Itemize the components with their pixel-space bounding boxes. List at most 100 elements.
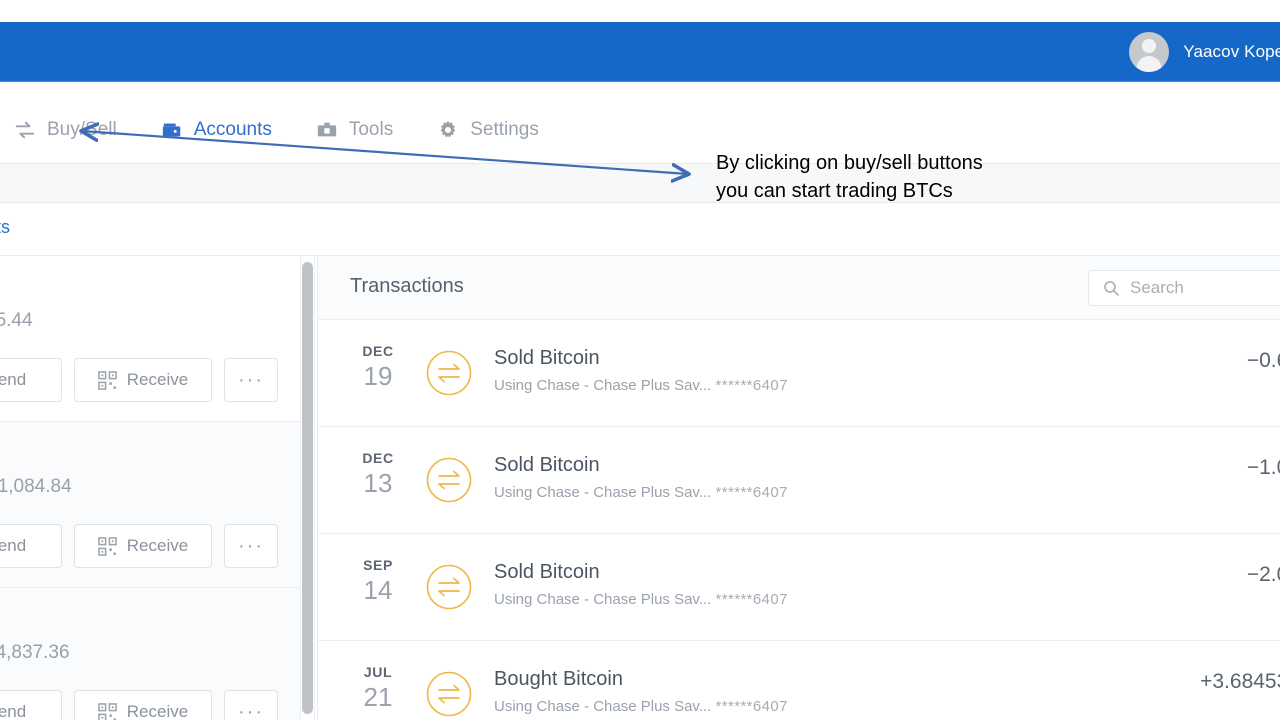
wallet-balance: BTC ≈ $5.44: [0, 310, 33, 332]
nav-item-buy-sell[interactable]: Buy/Sell: [14, 107, 139, 153]
transaction-date: DEC 19: [349, 343, 407, 392]
nav-item-settings[interactable]: Settings: [437, 107, 561, 153]
sidebar-scrollbar-thumb[interactable]: [302, 262, 313, 714]
transaction-month: DEC: [362, 450, 394, 466]
more-options-button[interactable]: ···: [224, 524, 278, 568]
user-account-menu[interactable]: Yaacov Kopeli: [1129, 22, 1280, 82]
transaction-day: 14: [363, 575, 393, 605]
transaction-amounts: +3.68453678 BT +$10,149.: [1200, 670, 1280, 720]
transaction-month: SEP: [363, 557, 393, 573]
transaction-amounts: −2.0000 BT −$7,157.: [1247, 563, 1280, 614]
transactions-title: Transactions: [350, 275, 464, 297]
annotation-text: By clicking on buy/sell buttons you can …: [716, 149, 983, 205]
transaction-account: ******6407: [715, 377, 788, 394]
nav-item-tools[interactable]: Tools: [316, 107, 415, 153]
transaction-amount-crypto: −0.6840 BT: [1246, 349, 1280, 372]
transaction-title: Sold Bitcoin: [494, 454, 600, 476]
receive-label: Receive: [126, 370, 189, 389]
nav-item-list: Buy/Sell Accounts Tools Settings: [14, 107, 561, 153]
transaction-title: Sold Bitcoin: [494, 561, 600, 583]
receive-button[interactable]: Receive: [74, 524, 212, 568]
qr-code-icon: [97, 702, 117, 720]
transfer-arrows-icon: [426, 564, 472, 610]
receive-button[interactable]: Receive: [74, 690, 212, 720]
user-avatar-icon: [1129, 32, 1170, 72]
transaction-date: SEP 14: [349, 557, 407, 606]
search-input[interactable]: Search: [1088, 270, 1280, 306]
transaction-account: ******6407: [715, 484, 788, 501]
table-row[interactable]: DEC 19 Sold Bitcoin Using Chase - Chase …: [318, 320, 1280, 427]
receive-label: Receive: [126, 536, 189, 555]
transaction-account: ******6407: [715, 591, 788, 608]
transaction-source: Using Chase - Chase Plus Sav...: [494, 377, 712, 394]
wallet-balance: ETH ≈ $4,837.36: [0, 642, 70, 664]
transaction-date: DEC 13: [349, 450, 407, 499]
transaction-subtitle: Using Chase - Chase Plus Sav... ******64…: [494, 591, 788, 608]
breadcrumb-row: ts: [0, 204, 1280, 256]
transaction-amount-fiat: −$7,157.: [1247, 594, 1280, 614]
wallet-card-bch[interactable]: allet BCH ≈ $1,084.84 end: [0, 422, 300, 588]
wallets-sidebar: let BTC ≈ $5.44 end: [0, 256, 300, 720]
sub-banner-strip: [0, 163, 1280, 203]
transactions-panel: Transactions Search DEC 19 Sold Bitcoin …: [317, 256, 1280, 720]
receive-label: Receive: [126, 702, 189, 720]
transaction-day: 21: [363, 682, 393, 712]
transaction-date: JUL 21: [349, 664, 407, 713]
transfer-arrows-icon: [426, 350, 472, 396]
transaction-body: Sold Bitcoin Using Chase - Chase Plus Sa…: [494, 561, 788, 608]
wallet-actions: end Receive ···: [0, 358, 278, 402]
send-button[interactable]: end: [0, 690, 62, 720]
more-options-button[interactable]: ···: [224, 690, 278, 720]
transaction-source: Using Chase - Chase Plus Sav...: [494, 698, 712, 715]
nav-label-settings: Settings: [470, 119, 539, 140]
transaction-subtitle: Using Chase - Chase Plus Sav... ******64…: [494, 377, 788, 394]
transactions-header: Transactions Search: [318, 256, 1280, 320]
transaction-title: Bought Bitcoin: [494, 668, 623, 690]
transaction-source: Using Chase - Chase Plus Sav...: [494, 484, 712, 501]
transaction-amount-fiat: +$10,149.: [1200, 701, 1280, 720]
transaction-amount-crypto: +3.68453678 BT: [1200, 670, 1280, 693]
transaction-amount-fiat: −$15,708.: [1247, 487, 1280, 507]
transfer-arrows-icon: [426, 671, 472, 717]
transaction-body: Sold Bitcoin Using Chase - Chase Plus Sa…: [494, 347, 788, 394]
transaction-amount-crypto: −2.0000 BT: [1246, 563, 1280, 586]
send-button[interactable]: end: [0, 524, 62, 568]
wallet-card-eth[interactable]: allet ETH ≈ $4,837.36 end: [0, 588, 300, 720]
table-row[interactable]: SEP 14 Sold Bitcoin Using Chase - Chase …: [318, 534, 1280, 641]
breadcrumb[interactable]: ts: [0, 217, 10, 238]
transaction-body: Sold Bitcoin Using Chase - Chase Plus Sa…: [494, 454, 788, 501]
nav-label-buy-sell: Buy/Sell: [47, 119, 117, 140]
send-button[interactable]: end: [0, 358, 62, 402]
qr-code-icon: [97, 370, 117, 390]
transaction-amounts: −1.0000 BT −$15,708.: [1247, 456, 1280, 507]
more-options-button[interactable]: ···: [224, 358, 278, 402]
wallet-balance-usd: $4,837.36: [0, 642, 70, 663]
nav-item-accounts[interactable]: Accounts: [161, 107, 294, 153]
receive-button[interactable]: Receive: [74, 358, 212, 402]
wallet-balance-usd: $5.44: [0, 310, 33, 331]
nav-label-tools: Tools: [348, 119, 394, 140]
table-row[interactable]: DEC 13 Sold Bitcoin Using Chase - Chase …: [318, 427, 1280, 534]
top-header-bar: Yaacov Kopeli: [0, 22, 1280, 82]
annotation-line-1: By clicking on buy/sell buttons: [716, 152, 983, 174]
transfer-arrows-icon: [426, 457, 472, 503]
transaction-account: ******6407: [715, 698, 788, 715]
search-placeholder: Search: [1130, 278, 1184, 297]
transaction-day: 19: [363, 361, 393, 391]
gear-icon: [437, 119, 459, 141]
wallet-balance: BCH ≈ $1,084.84: [0, 476, 72, 498]
toolbox-icon: [316, 119, 338, 141]
wallet-card-btc[interactable]: let BTC ≈ $5.44 end: [0, 256, 300, 422]
wallet-icon: [161, 119, 183, 141]
transaction-title: Sold Bitcoin: [494, 347, 600, 369]
main-navigation-bar: Buy/Sell Accounts Tools Settings: [0, 83, 1280, 241]
transaction-month: JUL: [363, 664, 393, 680]
transaction-amount-fiat: −$11,947.: [1247, 380, 1280, 400]
app-root: Yaacov Kopeli Buy/Sell: [0, 0, 1280, 720]
table-row[interactable]: JUL 21 Bought Bitcoin Using Chase - Chas…: [318, 641, 1280, 720]
transaction-month: DEC: [362, 343, 394, 359]
transaction-source: Using Chase - Chase Plus Sav...: [494, 591, 712, 608]
transaction-subtitle: Using Chase - Chase Plus Sav... ******64…: [494, 484, 788, 501]
transaction-amounts: −0.6840 BT −$11,947.: [1247, 349, 1280, 400]
wallet-actions: end Receive ···: [0, 690, 278, 720]
